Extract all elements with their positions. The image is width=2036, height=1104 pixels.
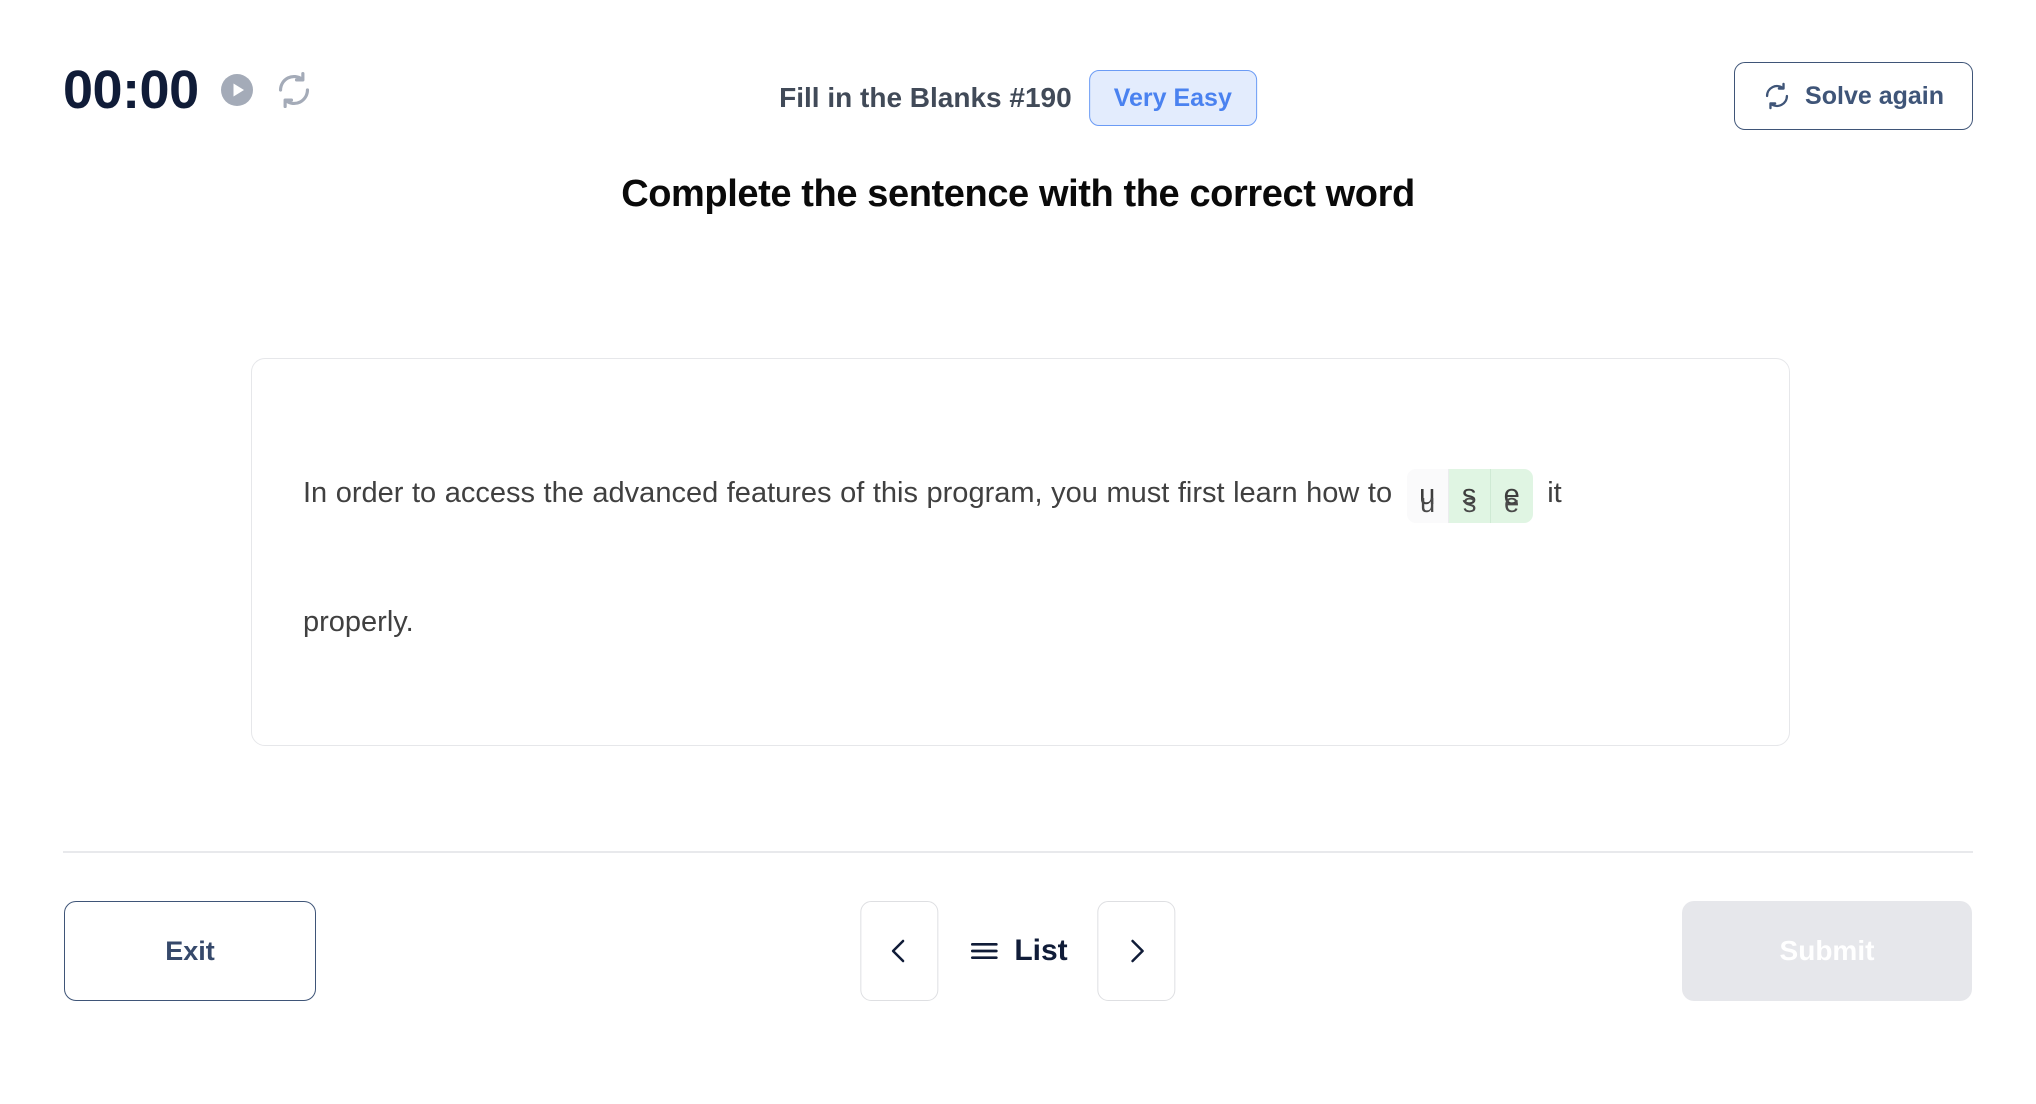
timer-value: 00:00 <box>63 60 199 120</box>
submit-button[interactable]: Submit <box>1682 901 1972 1001</box>
exit-button[interactable]: Exit <box>64 901 316 1001</box>
difficulty-badge[interactable]: Very Easy <box>1088 70 1257 126</box>
timer-group: 00:00 <box>63 63 313 117</box>
hamburger-menu-icon <box>970 943 998 959</box>
header: 00:00 Fill in the Blanks #190 Very Easy <box>0 0 2036 140</box>
reset-cycle-icon <box>278 71 309 109</box>
hint-letter: s <box>1462 488 1477 519</box>
reset-timer-button[interactable] <box>275 71 313 109</box>
blank-slot[interactable]: u s e u s e <box>1406 430 1533 558</box>
sentence-text-before: In order to access the advanced features… <box>303 477 1401 509</box>
title-group: Fill in the Blanks #190 Very Easy <box>779 70 1257 126</box>
refresh-cycle-icon <box>1765 82 1789 110</box>
hint-letter: u <box>1420 488 1436 519</box>
pagination-controls: List <box>860 901 1176 1001</box>
footer-divider <box>63 851 1973 853</box>
hint-row: u s e <box>1407 490 1533 517</box>
next-button[interactable] <box>1097 901 1176 1001</box>
list-button[interactable]: List <box>962 934 1073 968</box>
play-button[interactable] <box>219 72 255 108</box>
question-card: In order to access the advanced features… <box>251 358 1790 746</box>
hint-letter: e <box>1504 488 1520 519</box>
puzzle-page: 00:00 Fill in the Blanks #190 Very Easy <box>0 0 2036 1104</box>
chevron-right-icon <box>1131 939 1145 963</box>
sentence-second-line: properly. <box>303 606 414 639</box>
solve-again-button[interactable]: Solve again <box>1734 62 1973 130</box>
footer: Exit List Submit <box>0 895 2036 1015</box>
previous-button[interactable] <box>860 901 939 1001</box>
sentence: In order to access the advanced features… <box>303 429 1723 686</box>
sentence-text-after: it <box>1538 477 1562 509</box>
puzzle-title: Fill in the Blanks #190 <box>779 82 1072 113</box>
chevron-left-icon <box>891 939 905 963</box>
solve-again-label: Solve again <box>1805 81 1944 110</box>
list-label: List <box>1014 934 1068 967</box>
play-circle-icon <box>220 74 253 106</box>
instruction-heading: Complete the sentence with the correct w… <box>621 173 1415 215</box>
